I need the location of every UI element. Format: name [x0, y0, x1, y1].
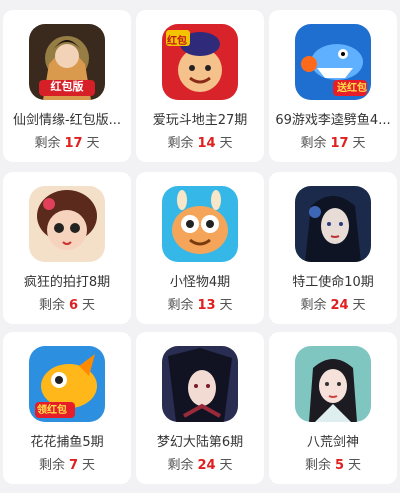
game-icon: 领红包	[29, 346, 105, 422]
icon-badge: 领红包	[37, 405, 67, 416]
days-remaining: 剩余 24 天	[300, 298, 366, 313]
game-icon: 红包版	[29, 24, 105, 100]
game-icon	[29, 186, 105, 262]
game-card[interactable]: 梦幻大陆第6期 剩余 24 天	[136, 332, 264, 484]
game-card[interactable]: 小怪物4期 剩余 13 天	[136, 172, 264, 324]
days-count: 24	[197, 458, 216, 473]
days-count: 17	[330, 136, 349, 151]
game-title: 特工使命10期	[292, 275, 374, 290]
days-count: 7	[68, 458, 79, 473]
days-remaining: 剩余 24 天	[167, 458, 233, 473]
game-card[interactable]: 红包版 仙剑情缘-红包版... 剩余 17 天	[3, 10, 131, 162]
days-remaining: 剩余 17 天	[300, 136, 366, 151]
game-title: 梦幻大陆第6期	[156, 435, 244, 450]
days-count: 5	[334, 458, 345, 473]
game-card[interactable]: 领红包 花花捕鱼5期 剩余 7 天	[3, 332, 131, 484]
game-icon	[295, 186, 371, 262]
game-title: 疯狂的拍打8期	[23, 275, 111, 290]
game-card[interactable]: 八荒剑神 剩余 5 天	[269, 332, 397, 484]
days-remaining: 剩余 6 天	[38, 298, 96, 313]
game-card[interactable]: 疯狂的拍打8期 剩余 6 天	[3, 172, 131, 324]
game-icon	[162, 346, 238, 422]
game-title: 爱玩斗地主27期	[152, 113, 248, 128]
game-card[interactable]: 特工使命10期 剩余 24 天	[269, 172, 397, 324]
days-count: 6	[68, 298, 79, 313]
game-icon: 送红包	[295, 24, 371, 100]
days-count: 24	[330, 298, 349, 313]
days-remaining: 剩余 7 天	[38, 458, 96, 473]
game-title: 小怪物4期	[169, 275, 231, 290]
icon-badge: 红包	[167, 36, 187, 47]
game-icon: 红包	[162, 24, 238, 100]
game-grid: 红包版 仙剑情缘-红包版... 剩余 17 天 红包 爱玩斗地主27期 剩余 14 天	[0, 0, 400, 493]
game-card[interactable]: 红包 爱玩斗地主27期 剩余 14 天	[136, 10, 264, 162]
days-count: 17	[64, 136, 83, 151]
icon-badge: 送红包	[337, 83, 367, 94]
game-title: 仙剑情缘-红包版...	[12, 113, 122, 128]
game-icon	[162, 186, 238, 262]
days-remaining: 剩余 5 天	[304, 458, 362, 473]
days-remaining: 剩余 14 天	[167, 136, 233, 151]
days-count: 13	[197, 298, 216, 313]
game-icon	[295, 346, 371, 422]
days-remaining: 剩余 17 天	[34, 136, 100, 151]
icon-badge: 红包版	[50, 80, 84, 93]
game-title: 八荒剑神	[306, 435, 359, 450]
days-remaining: 剩余 13 天	[167, 298, 233, 313]
game-title: 69游戏李逵劈鱼4...	[275, 113, 391, 128]
days-count: 14	[197, 136, 216, 151]
game-card[interactable]: 送红包 69游戏李逵劈鱼4... 剩余 17 天	[269, 10, 397, 162]
game-title: 花花捕鱼5期	[30, 435, 104, 450]
